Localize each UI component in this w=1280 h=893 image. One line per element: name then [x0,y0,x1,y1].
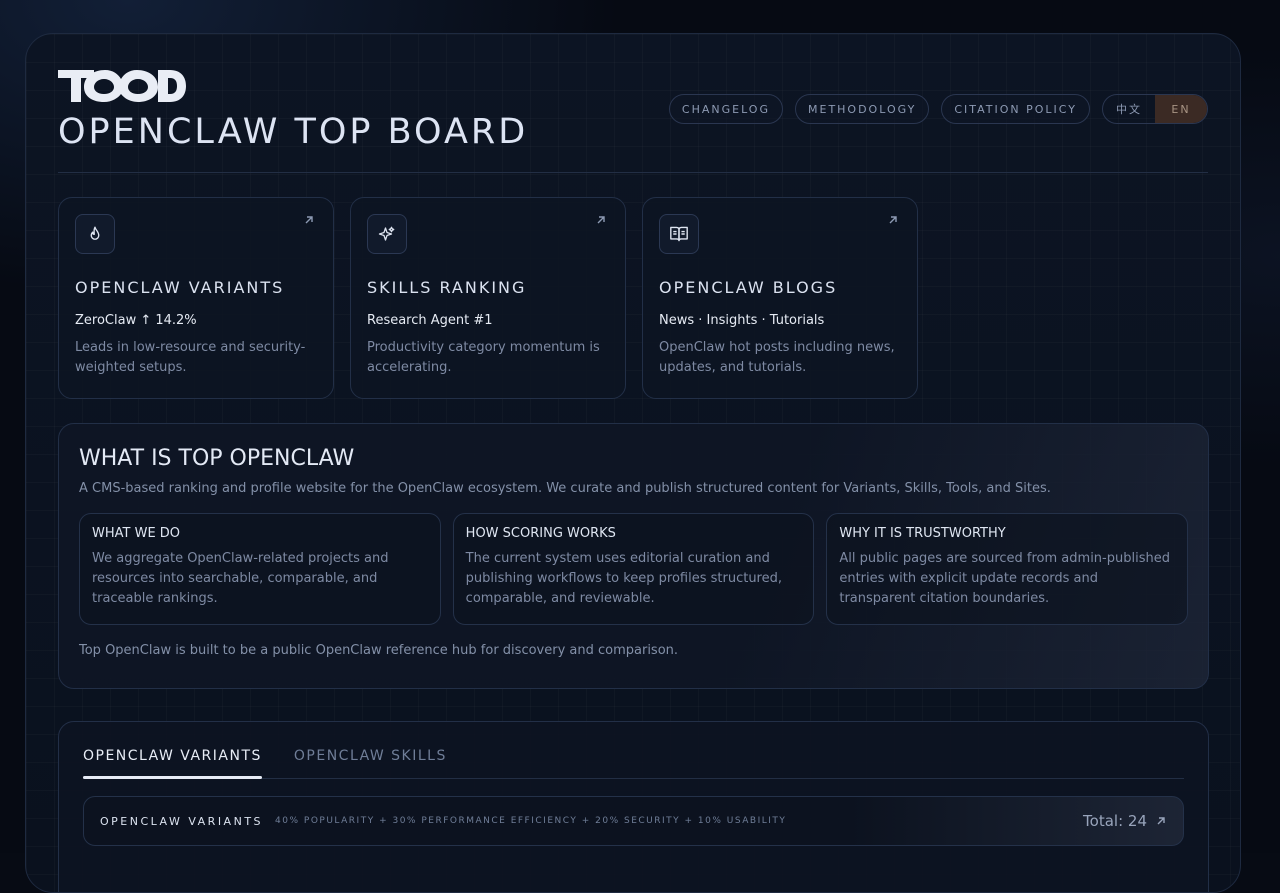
tab-openclaw-skills[interactable]: OPENCLAW SKILLS [294,748,447,778]
card-subtitle: Research Agent #1 [367,313,493,328]
lang-zh-button[interactable]: 中文 [1103,95,1155,123]
citation-policy-link[interactable]: CITATION POLICY [941,94,1090,124]
arrow-up-right-icon [305,216,313,224]
page-title: OPENCLAW TOP BOARD [58,112,529,152]
sparkles-icon [367,214,407,254]
total-link[interactable]: Total: 24 [1083,812,1167,830]
feature-what-we-do: WHAT WE DO We aggregate OpenClaw-related… [79,513,441,625]
card-openclaw-blogs[interactable]: OPENCLAW BLOGS News · Insights · Tutoria… [642,197,918,399]
card-title: SKILLS RANKING [367,278,527,297]
main-frame: OPENCLAW TOP BOARD CHANGELOG METHODOLOGY… [25,33,1241,893]
card-skills-ranking[interactable]: SKILLS RANKING Research Agent #1 Product… [350,197,626,399]
methodology-link[interactable]: METHODOLOGY [795,94,930,124]
language-switch: 中文 EN [1102,94,1208,124]
feature-description: The current system uses editorial curati… [465,551,783,606]
arrow-up-right-icon [597,216,605,224]
card-subtitle: ZeroClaw ↑ 14.2% [75,313,197,328]
tab-bar: OPENCLAW VARIANTS OPENCLAW SKILLS [83,722,1184,779]
card-description: Productivity category momentum is accele… [367,340,600,375]
lang-en-button[interactable]: EN [1155,95,1207,123]
tab-openclaw-variants[interactable]: OPENCLAW VARIANTS [83,748,262,779]
card-title: OPENCLAW BLOGS [659,278,838,297]
site-logo[interactable] [58,70,188,104]
flame-icon [75,214,115,254]
changelog-link[interactable]: CHANGELOG [668,94,783,124]
about-title: WHAT IS TOP OPENCLAW [79,446,355,471]
about-lead: A CMS-based ranking and profile website … [79,481,1051,496]
card-subtitle: News · Insights · Tutorials [659,313,825,328]
feature-row: WHAT WE DO We aggregate OpenClaw-related… [79,513,1189,625]
card-title: OPENCLAW VARIANTS [75,278,285,297]
header-divider [58,172,1208,173]
top-nav: CHANGELOG METHODOLOGY CITATION POLICY 中文… [668,94,1208,124]
card-description: OpenClaw hot posts including news, updat… [659,340,895,375]
total-count: Total: 24 [1083,812,1147,830]
arrow-up-right-icon [1157,817,1165,825]
feature-how-scoring-works: HOW SCORING WORKS The current system use… [452,513,815,625]
variants-title: OPENCLAW VARIANTS [100,814,264,828]
feature-description: We aggregate OpenClaw-related projects a… [92,551,389,606]
feature-title: WHAT WE DO [92,526,181,541]
feature-description: All public pages are sourced from admin-… [839,551,1170,606]
feature-title: HOW SCORING WORKS [465,526,616,541]
variants-header: OPENCLAW VARIANTS 40% POPULARITY + 30% P… [83,796,1184,846]
feature-title: WHY IT IS TRUSTWORTHY [839,526,1006,541]
arrow-up-right-icon [889,216,897,224]
about-section: WHAT IS TOP OPENCLAW A CMS-based ranking… [58,423,1209,689]
book-open-icon [659,214,699,254]
rankings-panel: OPENCLAW VARIANTS OPENCLAW SKILLS OPENCL… [58,721,1209,892]
about-footer: Top OpenClaw is built to be a public Ope… [79,643,679,658]
card-description: Leads in low-resource and security-weigh… [75,340,306,375]
card-openclaw-variants[interactable]: OPENCLAW VARIANTS ZeroClaw ↑ 14.2% Leads… [58,197,334,399]
feature-why-trustworthy: WHY IT IS TRUSTWORTHY All public pages a… [826,513,1189,625]
scoring-formula: 40% POPULARITY + 30% PERFORMANCE EFFICIE… [275,816,787,826]
